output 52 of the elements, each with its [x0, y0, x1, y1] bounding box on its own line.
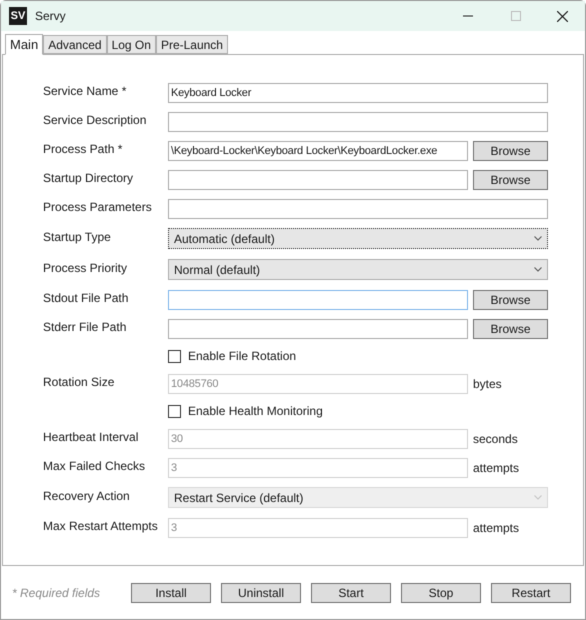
- browse-button[interactable]: Browse: [473, 140, 548, 160]
- unit-label: bytes: [473, 376, 502, 392]
- input-field[interactable]: [168, 318, 468, 338]
- field-label: Stderr File Path: [43, 319, 128, 336]
- window-title: Servy: [35, 8, 66, 25]
- tab[interactable]: Main: [5, 34, 44, 55]
- field-label: Recovery Action: [43, 488, 131, 505]
- field-label: Heartbeat Interval: [43, 429, 140, 446]
- field-label: Max Failed Checks: [43, 458, 146, 475]
- dropdown[interactable]: Automatic (default): [168, 228, 548, 249]
- browse-button[interactable]: Browse: [473, 290, 548, 310]
- action-button[interactable]: Stop: [401, 582, 481, 602]
- dropdown[interactable]: Normal (default): [168, 259, 548, 280]
- checkbox-label: Enable Health Monitoring: [188, 403, 323, 420]
- checkbox[interactable]: [168, 350, 181, 362]
- browse-button[interactable]: Browse: [473, 318, 548, 338]
- tab[interactable]: Pre-Launch: [156, 35, 228, 54]
- input-field[interactable]: [168, 198, 548, 218]
- maximize-icon[interactable]: [511, 11, 521, 21]
- field-label: Startup Directory: [43, 170, 134, 187]
- browse-button[interactable]: Browse: [473, 170, 548, 190]
- action-button[interactable]: Start: [311, 582, 391, 602]
- close-icon[interactable]: [557, 10, 568, 22]
- input-field[interactable]: [168, 170, 468, 190]
- input-field[interactable]: Keyboard Locker: [168, 82, 548, 102]
- field-label: Service Name *: [43, 83, 128, 100]
- field-label: Stdout File Path: [43, 290, 130, 307]
- action-button[interactable]: Restart: [491, 582, 571, 602]
- input-field[interactable]: [168, 290, 468, 310]
- action-button[interactable]: Uninstall: [221, 582, 301, 602]
- chevron-down-icon: [534, 236, 542, 241]
- field-label: Service Description: [43, 112, 148, 129]
- input-field[interactable]: [168, 112, 548, 132]
- unit-label: seconds: [473, 430, 518, 448]
- field-label: Startup Type: [43, 229, 112, 246]
- tab[interactable]: Advanced: [43, 35, 107, 54]
- required-fields-note: * Required fields: [12, 584, 102, 602]
- chevron-down-icon: [534, 267, 542, 272]
- unit-label: attempts: [473, 520, 520, 536]
- checkbox[interactable]: [168, 404, 181, 418]
- field-label: Rotation Size: [43, 374, 116, 391]
- chevron-down-icon: [534, 495, 542, 500]
- input-field[interactable]: \Keyboard-Locker\Keyboard Locker\KeyboardLocker.exe: [168, 140, 468, 160]
- tab[interactable]: Log On: [106, 35, 156, 54]
- field-label: Process Parameters: [43, 199, 153, 216]
- field-label: Process Path *: [43, 141, 124, 158]
- field-label: Process Priority: [43, 260, 128, 277]
- unit-label: attempts: [473, 460, 520, 476]
- action-button[interactable]: Install: [131, 582, 211, 602]
- field-label: Max Restart Attempts: [43, 518, 159, 535]
- app-logo: SV: [9, 7, 27, 25]
- checkbox-label: Enable File Rotation: [188, 348, 296, 365]
